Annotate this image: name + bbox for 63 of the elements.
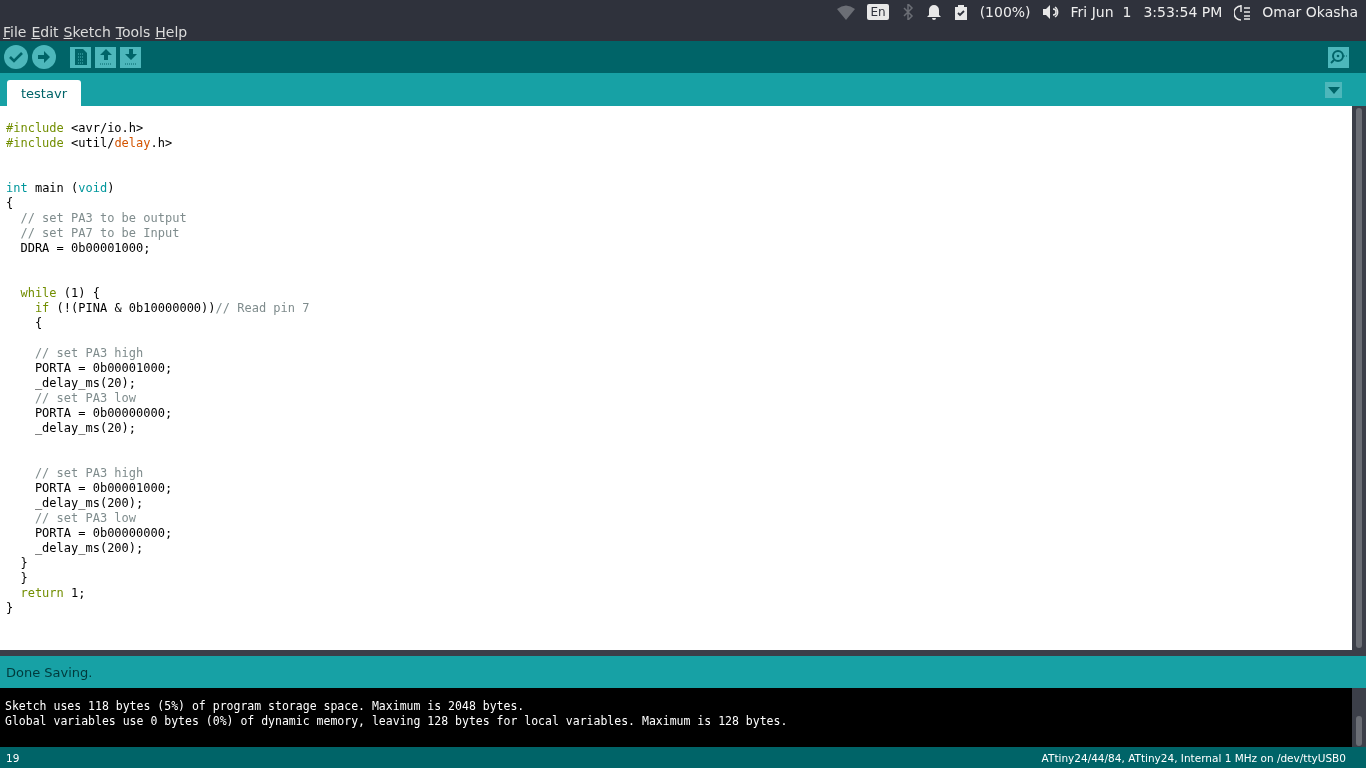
code-line: #include <util/delay.h> [6,136,174,151]
magnifier-icon [1328,49,1349,65]
down-arrow-icon [123,49,138,65]
code-line: { [33,316,44,331]
open-button[interactable] [95,46,116,68]
code-line: PORTA = 0b00001000; [33,481,174,496]
file-tab[interactable]: testavr [7,80,81,106]
status-message: Done Saving. [6,664,93,680]
serial-monitor-button[interactable] [1328,46,1349,68]
wifi-icon[interactable] [837,4,856,20]
power-icon[interactable] [1234,3,1251,21]
code-line: while (1) { [19,286,101,301]
tab-menu-button[interactable] [1325,82,1342,98]
scrollbar[interactable] [1352,106,1366,650]
caret-icon [1327,86,1340,94]
code-line: if (!(PINA & 0b10000000))// Read pin 7 [33,301,311,316]
code-line: PORTA = 0b00000000; [33,526,174,541]
clock[interactable]: 3:53:54 PM [1143,4,1223,20]
code-line: } [19,556,29,571]
code-line: } [6,601,15,616]
date[interactable]: Fri Jun 1 [1070,4,1132,20]
code-line: return 1; [19,586,87,601]
code-line: // set PA3 high [33,346,145,361]
battery-percentage: (100%) [979,4,1031,20]
menu-item[interactable]: Tools [115,24,151,40]
code-line: _delay_ms(200); [33,541,145,556]
keyboard-layout-indicator[interactable]: En [867,4,889,20]
code-line: _delay_ms(20); [33,421,138,436]
bell-icon[interactable] [925,4,942,20]
code-line: PORTA = 0b00001000; [33,361,174,376]
code-line: } [19,571,29,586]
line-number: 19 [6,751,20,764]
document-icon [74,49,87,65]
menu-item[interactable]: File [3,24,27,40]
code-line: // set PA3 to be output [19,211,188,226]
scrollbar[interactable] [1352,688,1366,747]
menu-item[interactable]: Edit [31,24,59,40]
verify-button[interactable] [4,45,28,69]
right-arrow-icon [37,50,51,64]
code-line: DDRA = 0b00001000; [19,241,152,256]
code-line: int main (void) [6,181,116,196]
battery-icon[interactable] [953,4,968,20]
console-output: Sketch uses 118 bytes (5%) of program storage space. Maximum is 2048 bytes. Global variables use 0 bytes (0%) of dynamic memory, leaving 128 bytes for local variables. Maximum is 128 bytes. [4,698,789,730]
user-name[interactable]: Omar Okasha [1262,4,1358,20]
code-line: // set PA3 low [33,511,138,526]
save-button[interactable] [120,46,141,68]
speaker-icon[interactable] [1042,4,1059,20]
code-line: PORTA = 0b00000000; [33,406,174,421]
board-info: ATtiny24/44/84, ATtiny24, Internal 1 MHz on /dev/ttyUSB0 [1041,751,1346,764]
menu-item[interactable]: Help [155,24,188,40]
code-line: // set PA7 to be Input [19,226,181,241]
checkmark-icon [8,49,24,65]
upload-button[interactable] [32,45,56,69]
code-line: _delay_ms(200); [33,496,145,511]
bluetooth-icon[interactable] [900,4,914,20]
code-line: // set PA3 high [33,466,145,481]
code-line: // set PA3 low [33,391,138,406]
menu-item[interactable]: Sketch [63,24,111,40]
new-button[interactable] [70,46,91,68]
code-line: #include <avr/io.h> [6,121,145,136]
code-line: { [6,196,15,211]
code-line: _delay_ms(20); [33,376,138,391]
up-arrow-icon [98,49,113,65]
